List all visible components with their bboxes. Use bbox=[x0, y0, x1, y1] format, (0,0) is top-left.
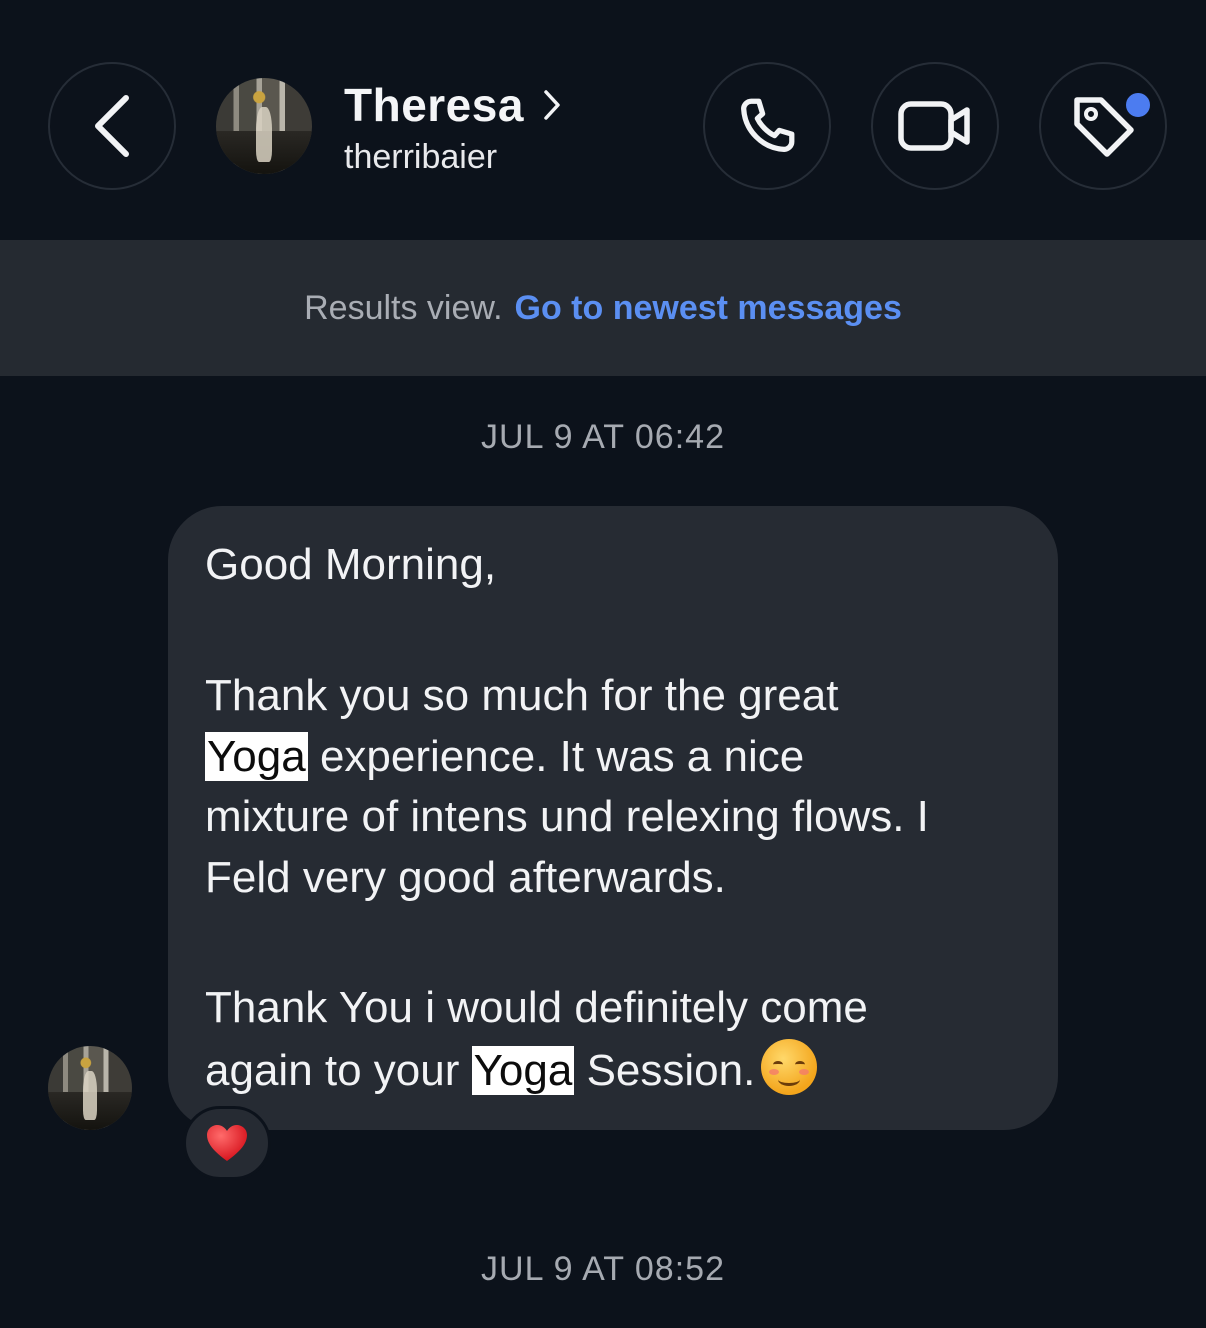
contact-name-row[interactable]: Theresa bbox=[344, 78, 562, 132]
tag-button[interactable] bbox=[1039, 62, 1167, 190]
sender-avatar[interactable] bbox=[48, 1046, 132, 1130]
red-heart-icon bbox=[207, 1125, 247, 1161]
search-highlight: Yoga bbox=[205, 732, 308, 781]
smiling-face-emoji-icon bbox=[761, 1039, 818, 1095]
contact-avatar[interactable] bbox=[216, 78, 312, 174]
video-camera-icon bbox=[898, 101, 970, 151]
chevron-left-icon bbox=[95, 95, 129, 157]
message-text: again to your bbox=[205, 1046, 472, 1095]
notification-dot bbox=[1123, 90, 1153, 120]
message-line: Thank You i would definitely come bbox=[205, 983, 868, 1032]
back-button[interactable] bbox=[48, 62, 176, 190]
message-line: mixture of intens und relexing flows. I bbox=[205, 792, 929, 841]
contact-username: therribaier bbox=[344, 138, 498, 176]
message-timestamp: JUL 9 AT 06:42 bbox=[481, 418, 725, 456]
results-view-bar: Results view. Go to newest messages bbox=[0, 240, 1206, 376]
message-line: Thank you so much for the great bbox=[205, 671, 839, 720]
message-timestamp: JUL 9 AT 08:52 bbox=[481, 1250, 725, 1288]
message-line: Feld very good afterwards. bbox=[205, 853, 726, 902]
chevron-right-icon bbox=[542, 89, 562, 121]
message-text: experience. It was a nice bbox=[307, 732, 805, 781]
message-line: Good Morning, bbox=[205, 540, 497, 589]
phone-icon bbox=[741, 98, 795, 152]
results-view-label: Results view. bbox=[304, 288, 503, 327]
message-line: again to your Yoga Session. bbox=[205, 1039, 818, 1101]
contact-name: Theresa bbox=[344, 79, 524, 131]
reaction-badge[interactable] bbox=[183, 1106, 271, 1180]
video-call-button[interactable] bbox=[871, 62, 999, 190]
chat-header: Theresa therribaier bbox=[0, 0, 1206, 240]
go-to-newest-link[interactable]: Go to newest messages bbox=[515, 289, 902, 328]
call-button[interactable] bbox=[703, 62, 831, 190]
message-line: Yoga experience. It was a nice bbox=[205, 727, 804, 787]
message-text: Session. bbox=[574, 1046, 756, 1095]
search-highlight: Yoga bbox=[471, 1046, 575, 1095]
